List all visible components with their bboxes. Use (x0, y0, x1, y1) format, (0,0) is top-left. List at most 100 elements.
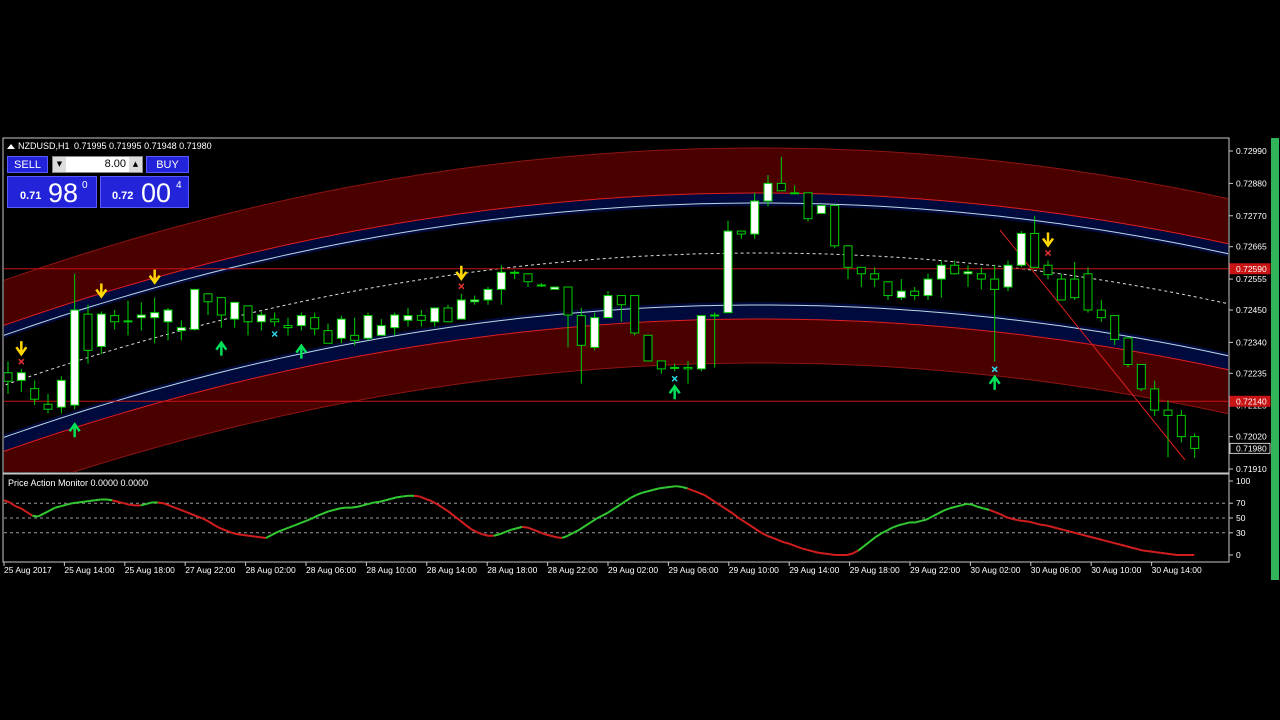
time-tick-label: 29 Aug 02:00 (608, 565, 658, 575)
symbol-label: NZDUSD,H1 (18, 141, 70, 151)
indicator-tick-label: 100 (1236, 476, 1250, 486)
buy-price-prefix: 0.72 (112, 190, 134, 202)
candle (603, 291, 613, 319)
oscillator-segment (556, 536, 563, 539)
oscillator-segment (1160, 551, 1166, 555)
indicator-axis: 100 70 50 30 0 (1229, 476, 1250, 560)
candle (1016, 231, 1026, 268)
time-tick-label: 28 Aug 06:00 (306, 565, 356, 575)
lot-size-value[interactable]: 8.00 (67, 157, 126, 172)
oscillator-segment (396, 495, 403, 499)
indicator-label: Price Action Monitor 0.0000 0.0000 (8, 478, 148, 488)
sell-button[interactable]: SELL (7, 156, 48, 173)
indicator-tick-label: 70 (1236, 498, 1246, 508)
candle (1083, 267, 1093, 313)
oscillator-segment (237, 533, 244, 537)
oscillator-segment (1171, 553, 1178, 556)
price-tick-label: 0.72340 (1236, 337, 1267, 347)
oscillator-segment (658, 486, 665, 490)
candle (723, 220, 733, 314)
oscillator-segment (83, 499, 90, 503)
buy-price-button[interactable]: 0.72 00 4 (100, 176, 189, 208)
candle (816, 204, 826, 214)
sell-price-pips: 98 (48, 178, 79, 208)
candle (1136, 363, 1146, 391)
lot-size-field[interactable]: ▼ 8.00 ▲ (52, 156, 143, 173)
oscillator-segment (1148, 550, 1155, 554)
chart-scrollbar[interactable] (1271, 138, 1279, 580)
oscillator-segment (664, 485, 671, 489)
buy-button[interactable]: BUY (146, 156, 189, 173)
oscillator-segment (1154, 551, 1161, 554)
oscillator-segment (351, 505, 358, 509)
oscillator-segment (254, 535, 261, 539)
candle (1003, 260, 1013, 292)
price-tick-label: 0.72770 (1236, 211, 1267, 221)
candle (550, 286, 560, 290)
oscillator-segment (1023, 519, 1030, 523)
sell-price-fraction: 0 (82, 180, 88, 191)
oscillator-segment (243, 534, 250, 537)
candle (830, 204, 840, 249)
sell-price-prefix: 0.71 (20, 190, 42, 202)
candle (190, 288, 200, 331)
candle (363, 312, 373, 341)
oscillator-segment (675, 485, 682, 488)
price-tick-label: 0.71910 (1236, 464, 1267, 474)
time-tick-label: 30 Aug 10:00 (1091, 565, 1141, 575)
oscillator-segment (966, 502, 973, 506)
oscillator-segment (339, 506, 346, 510)
price-marker-label: 0.71980 (1236, 443, 1267, 453)
time-tick-label: 28 Aug 10:00 (366, 565, 416, 575)
oscillator-segment (374, 500, 381, 504)
candle (803, 192, 813, 222)
time-tick-label: 28 Aug 14:00 (427, 565, 477, 575)
sell-price-button[interactable]: 0.71 98 0 (7, 176, 97, 208)
indicator-tick-label: 30 (1236, 528, 1246, 538)
time-tick-label: 28 Aug 02:00 (246, 565, 296, 575)
candle (630, 295, 640, 336)
oscillator-segment (157, 501, 164, 505)
time-tick-label: 29 Aug 10:00 (729, 565, 779, 575)
oscillator-segment (260, 536, 267, 539)
candle (643, 334, 653, 362)
oscillator-segment (89, 499, 96, 502)
price-markers: 0.72590 0.72140 0.71980 (1229, 263, 1271, 454)
time-tick-label: 29 Aug 06:00 (668, 565, 718, 575)
oscillator-segment (72, 501, 79, 505)
time-tick-label: 29 Aug 22:00 (910, 565, 960, 575)
oscillator-segment (818, 551, 825, 555)
time-axis: 25 Aug 2017 25 Aug 14:00 25 Aug 18:00 27 Au… (3, 562, 1202, 575)
time-tick-label: 30 Aug 06:00 (1031, 565, 1081, 575)
oscillator-segment (522, 525, 529, 529)
oscillator-segment (402, 494, 409, 498)
oscillator-segment (823, 552, 830, 556)
oscillator-segment (106, 498, 113, 502)
price-tick-label: 0.72450 (1236, 305, 1267, 315)
chart-area[interactable]: 0.729900.728800.727700.726650.725550.724… (0, 0, 1280, 720)
indicator-tick-label: 0 (1236, 550, 1241, 560)
oscillator-segment (77, 500, 84, 504)
candle (590, 312, 600, 351)
time-tick-label: 29 Aug 14:00 (789, 565, 839, 575)
price-tick-label: 0.72665 (1236, 242, 1267, 252)
oscillator-segment (670, 485, 677, 488)
oscillator-segment (32, 514, 39, 518)
lot-decrease-icon[interactable]: ▼ (53, 157, 66, 172)
price-tick-label: 0.72020 (1236, 432, 1267, 442)
price-tick-label: 0.72235 (1236, 368, 1267, 378)
indicator-tick-label: 50 (1236, 513, 1246, 523)
lot-increase-icon[interactable]: ▲ (129, 157, 142, 172)
oscillator-segment (1142, 549, 1149, 553)
oscillator-segment (1017, 519, 1024, 522)
price-marker-label: 0.72140 (1236, 396, 1267, 406)
oscillator-segment (829, 553, 836, 556)
symbol-ohlc: 0.71995 0.71995 0.71948 0.71980 (74, 141, 212, 151)
oscillator-segment (413, 494, 420, 498)
price-tick-label: 0.72555 (1236, 274, 1267, 284)
price-tick-label: 0.72990 (1236, 146, 1267, 156)
time-tick-label: 25 Aug 14:00 (64, 565, 114, 575)
time-tick-label: 25 Aug 2017 (4, 565, 52, 575)
oscillator-segment (1165, 552, 1172, 556)
oscillator-segment (248, 534, 255, 538)
